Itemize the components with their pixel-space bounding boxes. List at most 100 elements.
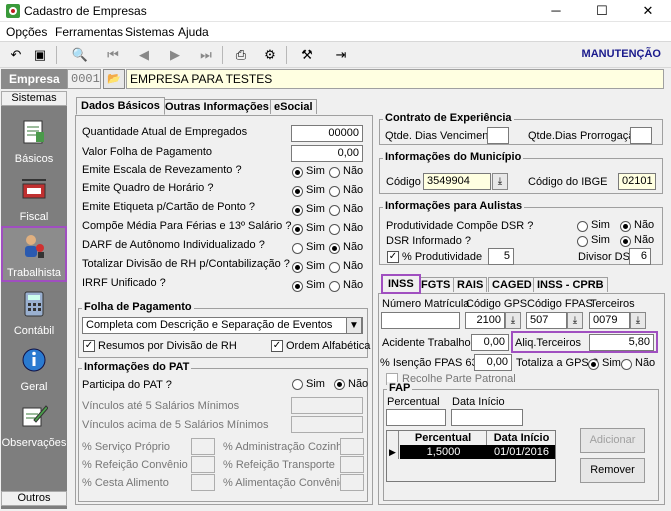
sidebar-item-observacoes[interactable]: Observações (1, 402, 67, 450)
maximize-button[interactable]: ☐ (579, 0, 625, 22)
sidebar-item-trabalhista[interactable]: Trabalhista (1, 226, 67, 282)
prod-dsr-radio-sim[interactable] (577, 221, 588, 232)
folha-type-select[interactable]: Completa com Descrição e Separação de Ev… (82, 317, 363, 334)
chevron-down-icon[interactable]: ▼ (346, 317, 362, 334)
radio-nao[interactable] (329, 243, 340, 254)
radio-sim[interactable] (292, 281, 303, 292)
download-icon[interactable]: ⤓ (567, 312, 583, 329)
download-icon[interactable]: ⤓ (492, 173, 508, 190)
radio-nao[interactable] (329, 186, 340, 197)
tab-inss[interactable]: INSS (381, 274, 421, 294)
radio-nao[interactable] (329, 262, 340, 273)
table-row[interactable]: 1,5000 01/01/2016 (400, 445, 555, 459)
tools-icon[interactable]: ⚒ (297, 46, 317, 64)
tab-caged[interactable]: CAGED (488, 277, 536, 292)
first-record-icon[interactable]: ⏮ (103, 46, 123, 64)
terceiros-field[interactable]: 0079 (589, 312, 630, 329)
radio-nao[interactable] (329, 224, 340, 235)
download-icon[interactable]: ⤓ (505, 312, 521, 329)
radio-sim[interactable] (292, 186, 303, 197)
dsr-inf-radio-sim[interactable] (577, 236, 588, 247)
refeicao-convenio-field[interactable] (191, 456, 215, 473)
totaliza-radio-sim[interactable] (588, 359, 599, 370)
fap-percentual-field[interactable] (386, 409, 446, 426)
dias-venc-field[interactable] (487, 127, 509, 144)
settings-icon[interactable]: ⚙ (260, 46, 280, 64)
radio-sim[interactable] (292, 205, 303, 216)
radio-nao[interactable] (329, 205, 340, 216)
participa-radio-sim[interactable] (292, 379, 303, 390)
dias-prorr-field[interactable] (630, 127, 652, 144)
save-icon[interactable]: ▣ (30, 46, 50, 64)
tab-rais[interactable]: RAIS (453, 277, 488, 292)
fap-col-data[interactable]: Data Início (488, 431, 555, 445)
ordem-checkbox[interactable]: ✓ (271, 340, 283, 352)
sidebar-item-basicos[interactable]: Básicos (1, 118, 67, 166)
fap-data-field[interactable] (451, 409, 523, 426)
sidebar-footer[interactable]: Outros (1, 491, 67, 506)
open-folder-icon[interactable]: 📂 (103, 69, 125, 89)
perc-prod-field[interactable]: 5 (488, 248, 514, 265)
empresa-code-field[interactable]: 0001 (67, 69, 101, 89)
resumos-checkbox[interactable]: ✓ (83, 340, 95, 352)
dsr-inf-radio-nao[interactable] (620, 236, 631, 247)
tab-dados-basicos[interactable]: Dados Básicos (76, 97, 165, 115)
sidebar-header[interactable]: Sistemas (1, 91, 67, 106)
tab-inss-cprb[interactable]: INSS - CPRB (533, 277, 608, 292)
menu-ajuda[interactable]: Ajuda (178, 25, 209, 39)
radio-sim[interactable] (292, 224, 303, 235)
minimize-button[interactable]: ─ (533, 0, 579, 22)
menu-sistemas[interactable]: Sistemas (125, 25, 174, 39)
matricula-field[interactable] (381, 312, 460, 329)
radio-nao[interactable] (329, 281, 340, 292)
cesta-alimento-field[interactable] (191, 474, 215, 491)
sidebar-item-contabil[interactable]: Contábil (1, 290, 67, 338)
sidebar-item-fiscal[interactable]: Fiscal (1, 176, 67, 224)
gps-field[interactable]: 2100 (465, 312, 505, 329)
menu-ferramentas[interactable]: Ferramentas (55, 25, 123, 39)
last-record-icon[interactable]: ⏭ (196, 46, 216, 64)
totaliza-radio-nao[interactable] (621, 359, 632, 370)
radio-sim[interactable] (292, 262, 303, 273)
close-button[interactable]: ✕ (625, 0, 671, 22)
vinc5-field[interactable] (291, 397, 363, 414)
acidente-field[interactable]: 0,00 (471, 334, 509, 351)
radio-sim[interactable] (292, 243, 303, 254)
fap-col-percentual[interactable]: Percentual (400, 431, 487, 445)
previous-record-icon[interactable]: ◀ (134, 46, 154, 64)
empresa-name-field[interactable]: EMPRESA PARA TESTES (126, 69, 664, 89)
qtd-empregados-field[interactable]: 00000 (291, 125, 363, 142)
prod-dsr-radio-nao[interactable] (620, 221, 631, 232)
radio-nao[interactable] (329, 167, 340, 178)
servico-proprio-field[interactable] (191, 438, 215, 455)
sidebar-item-geral[interactable]: Geral (1, 346, 67, 394)
undo-icon[interactable]: ↶ (6, 46, 26, 64)
exit-icon[interactable]: ⇥ (331, 46, 351, 64)
next-record-icon[interactable]: ▶ (165, 46, 185, 64)
adicionar-button[interactable]: Adicionar (580, 428, 645, 453)
codigo-municipio-field[interactable]: 3549904 (423, 173, 491, 190)
perc-prod-checkbox[interactable]: ✓ (387, 251, 399, 263)
fpas-field[interactable]: 507 (526, 312, 567, 329)
admin-cozinha-field[interactable] (340, 438, 364, 455)
alimentacao-convenio-field[interactable] (340, 474, 364, 491)
vinc5-label: Vínculos até 5 Salários Mínimos (82, 400, 240, 412)
tab-esocial[interactable]: eSocial (270, 99, 317, 114)
radio-sim[interactable] (292, 167, 303, 178)
remover-button[interactable]: Remover (580, 458, 645, 483)
valor-folha-field[interactable]: 0,00 (291, 145, 363, 162)
ibge-label: Código do IBGE (528, 176, 608, 188)
participa-radio-nao[interactable] (334, 379, 345, 390)
refeicao-transporte-field[interactable] (340, 456, 364, 473)
ibge-field[interactable]: 02101 (618, 173, 656, 190)
download-icon[interactable]: ⤓ (630, 312, 646, 329)
vinc5plus-field[interactable] (291, 416, 363, 433)
aliq-field[interactable]: 5,80 (589, 334, 654, 351)
tab-fgts[interactable]: FGTS (417, 277, 455, 292)
isencao-field[interactable]: 0,00 (474, 354, 512, 371)
divisor-field[interactable]: 6 (629, 248, 651, 265)
print-icon[interactable]: ⎙ (231, 46, 251, 64)
menu-opcoes[interactable]: Opções (6, 25, 47, 39)
tab-outras-informacoes[interactable]: Outras Informações (161, 99, 273, 114)
preview-icon[interactable]: 🔍 (70, 46, 90, 64)
